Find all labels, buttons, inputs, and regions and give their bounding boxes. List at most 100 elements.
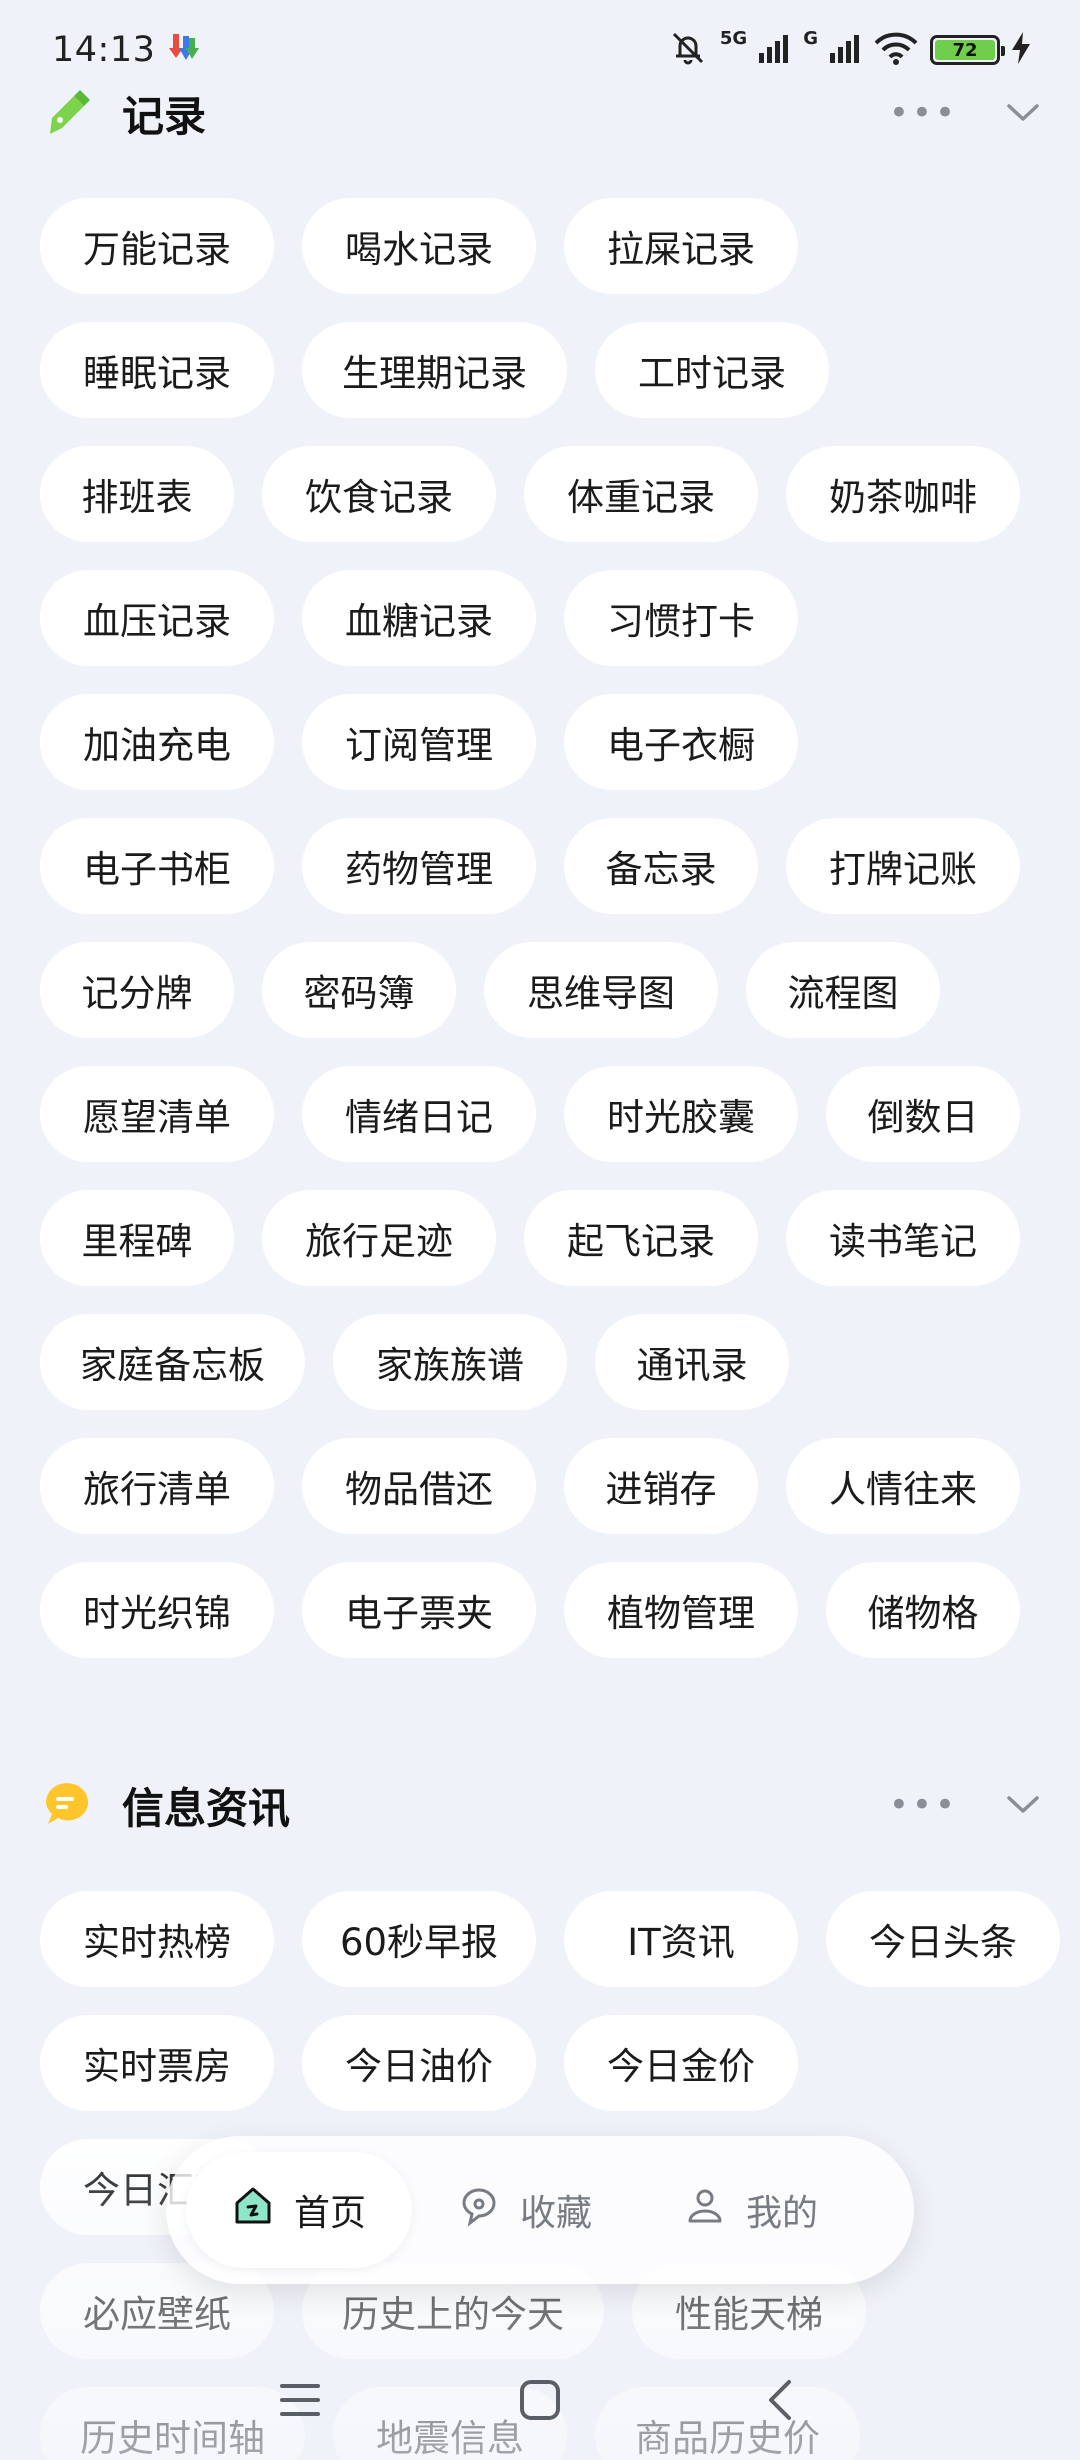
status-left: 14:13 xyxy=(52,30,200,70)
tool-chip[interactable]: 药物管理 xyxy=(302,818,536,914)
tool-chip[interactable]: 旅行足迹 xyxy=(262,1190,496,1286)
tool-chip[interactable]: 愿望清单 xyxy=(40,1066,274,1162)
tab-profile[interactable]: 我的 xyxy=(638,2152,864,2268)
tool-chip[interactable]: 起飞记录 xyxy=(524,1190,758,1286)
tool-chip[interactable]: 时光胶囊 xyxy=(564,1066,798,1162)
tool-chip[interactable]: 今日头条 xyxy=(826,1891,1060,1987)
tool-chip[interactable]: 通讯录 xyxy=(595,1314,789,1410)
tool-chip[interactable]: 加油充电 xyxy=(40,694,274,790)
tab-favorites-label: 收藏 xyxy=(520,2193,593,2234)
network-label-1: 5G xyxy=(719,27,748,49)
tool-chip[interactable]: 今日油价 xyxy=(302,2015,536,2111)
tool-chip[interactable]: 读书笔记 xyxy=(786,1190,1020,1286)
tool-chip[interactable]: 流程图 xyxy=(746,942,940,1038)
signal-icon-1 xyxy=(759,33,791,67)
tab-home-label: 首页 xyxy=(294,2193,367,2234)
tool-chip[interactable]: 进销存 xyxy=(564,1438,758,1534)
more-options-icon[interactable]: ••• xyxy=(889,96,958,130)
more-options-icon[interactable]: ••• xyxy=(889,1788,958,1822)
mute-bell-icon xyxy=(668,28,708,72)
chip-row: 里程碑 旅行足迹 起飞记录 读书笔记 xyxy=(40,1189,1040,1287)
tool-chip[interactable]: 密码簿 xyxy=(262,942,456,1038)
tool-chip[interactable]: 储物格 xyxy=(826,1562,1020,1658)
news-section-header: 信息资讯 ••• xyxy=(0,1770,1080,1840)
battery-indicator: 72 xyxy=(930,35,1005,65)
tool-chip[interactable]: 电子票夹 xyxy=(302,1562,536,1658)
tool-chip[interactable]: 打牌记账 xyxy=(786,818,1020,914)
tool-chip[interactable]: 今日金价 xyxy=(564,2015,798,2111)
tool-chip[interactable]: 思维导图 xyxy=(484,942,718,1038)
tool-chip[interactable]: 备忘录 xyxy=(564,818,758,914)
chip-row: 家庭备忘板 家族族谱 通讯录 xyxy=(40,1313,1040,1411)
tab-favorites[interactable]: 收藏 xyxy=(412,2152,638,2268)
tool-chip[interactable]: 实时票房 xyxy=(40,2015,274,2111)
tool-chip[interactable]: 人情往来 xyxy=(786,1438,1020,1534)
tool-chip[interactable]: 习惯打卡 xyxy=(564,570,798,666)
tool-chip[interactable]: 饮食记录 xyxy=(262,446,496,542)
chip-row: 加油充电 订阅管理 电子衣橱 xyxy=(40,693,1040,791)
tool-chip[interactable]: 实时热榜 xyxy=(40,1891,274,1987)
tool-chip[interactable]: 记分牌 xyxy=(40,942,234,1038)
tool-chip[interactable]: 时光织锦 xyxy=(40,1562,274,1658)
chip-row: 时光织锦 电子票夹 植物管理 储物格 xyxy=(40,1561,1040,1659)
charging-bolt-icon xyxy=(1012,32,1030,68)
chip-row: 睡眠记录 生理期记录 工时记录 xyxy=(40,321,1040,419)
chevron-down-icon[interactable] xyxy=(1006,1788,1040,1822)
tool-chip[interactable]: 睡眠记录 xyxy=(40,322,274,418)
download-arrows-icon xyxy=(169,32,200,68)
battery-level: 72 xyxy=(935,40,995,61)
tool-chip[interactable]: 血糖记录 xyxy=(302,570,536,666)
back-icon[interactable] xyxy=(660,2350,900,2450)
chip-row: 血压记录 血糖记录 习惯打卡 xyxy=(40,569,1040,667)
status-time: 14:13 xyxy=(52,30,156,70)
pen-icon xyxy=(42,88,92,138)
tool-chip[interactable]: 订阅管理 xyxy=(302,694,536,790)
tab-home[interactable]: 首页 xyxy=(186,2152,413,2268)
chip-row: 万能记录 喝水记录 拉屎记录 xyxy=(40,197,1040,295)
section-actions: ••• xyxy=(889,96,1040,130)
tool-chip[interactable]: IT资讯 xyxy=(564,1891,798,1987)
status-right: 5G G 72 xyxy=(668,28,1030,72)
section-title: 记录 xyxy=(122,91,207,141)
profile-icon xyxy=(684,2185,726,2236)
tool-chip[interactable]: 拉屎记录 xyxy=(564,198,798,294)
section-title: 信息资讯 xyxy=(122,1783,291,1833)
tool-chip[interactable]: 电子衣橱 xyxy=(564,694,798,790)
tool-chip[interactable]: 工时记录 xyxy=(595,322,829,418)
chip-row: 排班表 饮食记录 体重记录 奶茶咖啡 xyxy=(40,445,1040,543)
tool-chip[interactable]: 电子书柜 xyxy=(40,818,274,914)
tool-chip[interactable]: 60秒早报 xyxy=(302,1891,536,1987)
favorites-icon xyxy=(458,2185,500,2236)
tool-chip[interactable]: 血压记录 xyxy=(40,570,274,666)
chip-row: 愿望清单 情绪日记 时光胶囊 倒数日 xyxy=(40,1065,1040,1163)
signal-icon-2 xyxy=(830,33,862,67)
tool-chip[interactable]: 倒数日 xyxy=(826,1066,1020,1162)
tool-chip[interactable]: 万能记录 xyxy=(40,198,274,294)
tool-chip[interactable]: 排班表 xyxy=(40,446,234,542)
tool-chip[interactable]: 家庭备忘板 xyxy=(40,1314,305,1410)
tool-chip[interactable]: 物品借还 xyxy=(302,1438,536,1534)
section-actions: ••• xyxy=(889,1788,1040,1822)
tool-chip[interactable]: 奶茶咖啡 xyxy=(786,446,1020,542)
home-square-icon[interactable] xyxy=(420,2350,660,2450)
records-chip-grid: 万能记录 喝水记录 拉屎记录 睡眠记录 生理期记录 工时记录 排班表 饮食记录 体重记录 奶茶咖啡… xyxy=(40,197,1040,1685)
tool-chip[interactable]: 里程碑 xyxy=(40,1190,234,1286)
tool-chip[interactable]: 生理期记录 xyxy=(302,322,567,418)
menu-icon[interactable] xyxy=(180,2350,420,2450)
chevron-down-icon[interactable] xyxy=(1006,96,1040,130)
system-navigation-bar xyxy=(0,2340,1080,2460)
tool-chip[interactable]: 喝水记录 xyxy=(302,198,536,294)
home-icon xyxy=(232,2185,274,2236)
chip-row: 实时票房 今日油价 今日金价 xyxy=(40,2014,1040,2112)
tool-chip[interactable]: 家族族谱 xyxy=(333,1314,567,1410)
wifi-icon xyxy=(874,31,918,69)
tool-chip[interactable]: 旅行清单 xyxy=(40,1438,274,1534)
network-label-2: G xyxy=(803,27,818,49)
bottom-tab-bar: 首页 收藏 我的 xyxy=(166,2136,914,2284)
tool-chip[interactable]: 体重记录 xyxy=(524,446,758,542)
tool-chip[interactable]: 情绪日记 xyxy=(302,1066,536,1162)
chip-row: 电子书柜 药物管理 备忘录 打牌记账 xyxy=(40,817,1040,915)
tab-profile-label: 我的 xyxy=(746,2193,819,2234)
records-section-header: 记录 ••• xyxy=(0,78,1080,148)
tool-chip[interactable]: 植物管理 xyxy=(564,1562,798,1658)
